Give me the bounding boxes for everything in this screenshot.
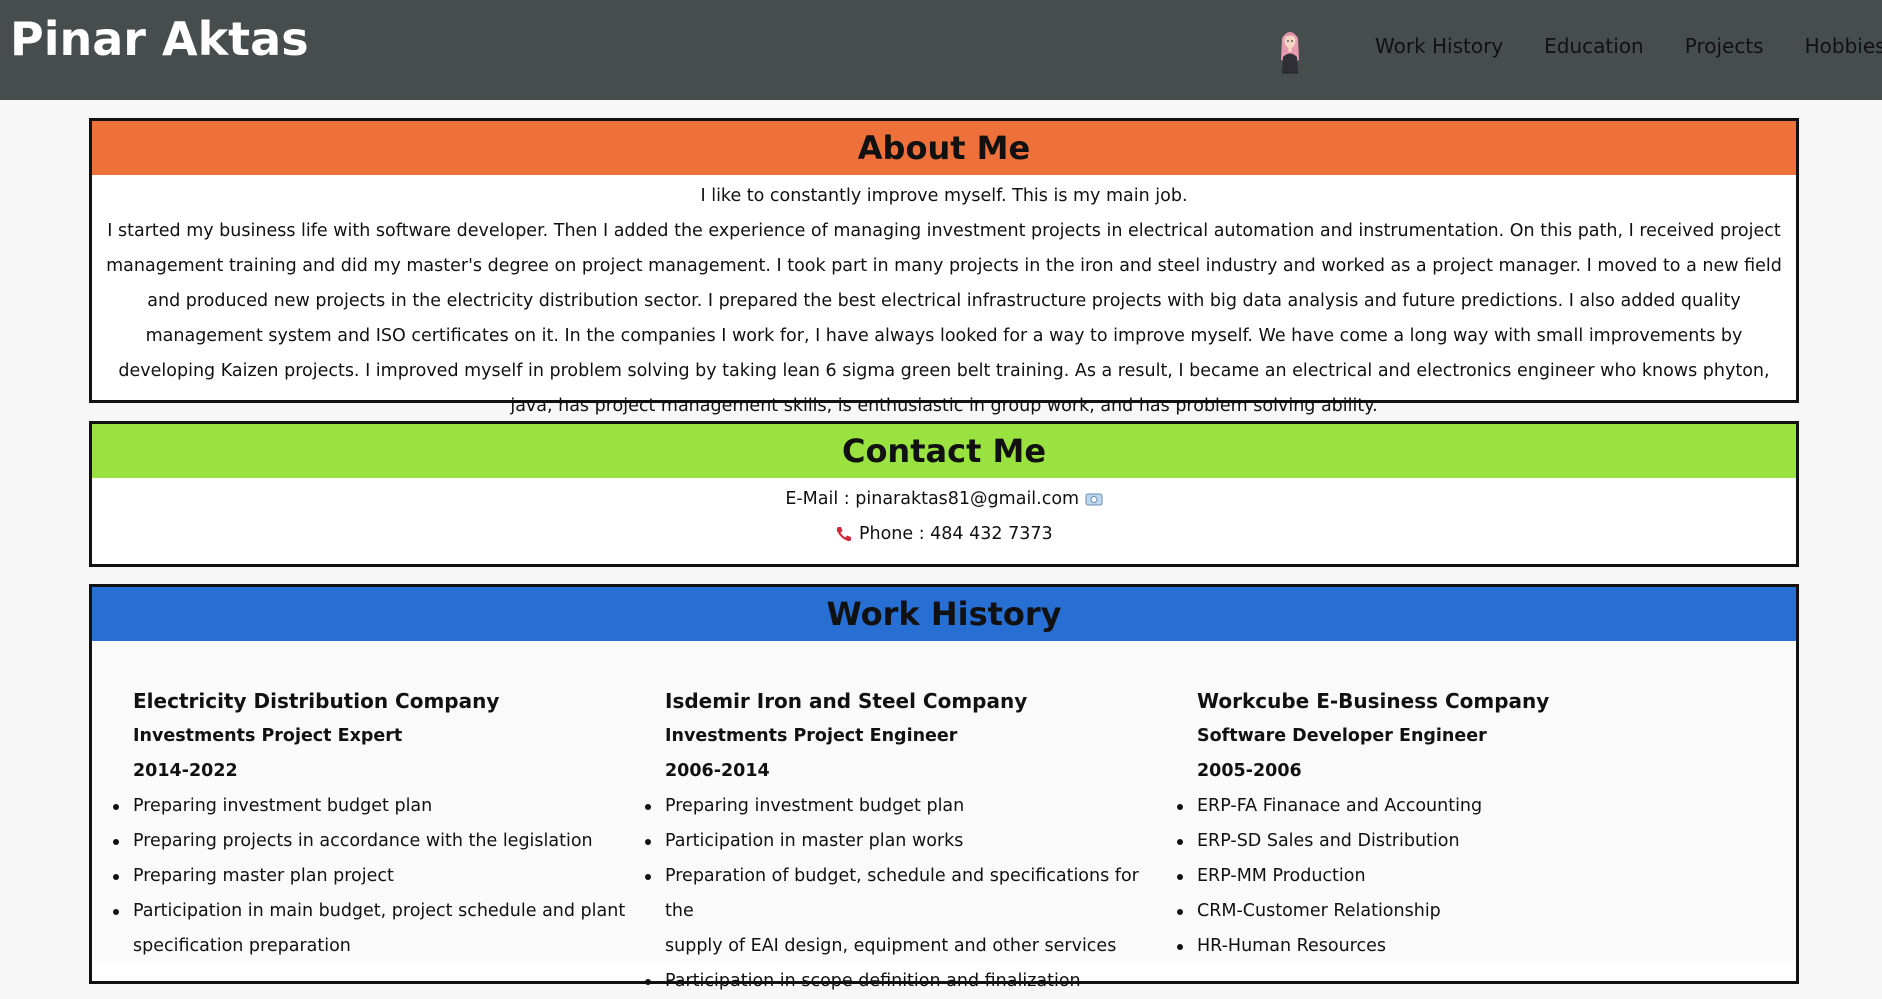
job-task: ERP-FA Finanace and Accounting xyxy=(1177,789,1697,824)
job-task: Participation in scope definition and fi… xyxy=(645,964,1165,999)
avatar-icon xyxy=(1281,32,1299,74)
job-task: ERP-MM Production xyxy=(1177,859,1697,894)
phone-text[interactable]: Phone : 484 432 7373 xyxy=(859,524,1053,544)
job-task: ERP-SD Sales and Distribution xyxy=(1177,824,1697,859)
job-title: Investments Project Engineer xyxy=(665,726,958,746)
nav-education[interactable]: Education xyxy=(1544,30,1644,62)
nav-work-history[interactable]: Work History xyxy=(1375,30,1503,62)
job-title: Investments Project Expert xyxy=(133,726,403,746)
work-heading: Work History xyxy=(92,587,1796,641)
contact-heading: Contact Me xyxy=(92,424,1796,478)
email-line: E-Mail : pinaraktas81@gmail.com xyxy=(92,482,1796,517)
about-heading: About Me xyxy=(92,121,1796,175)
job-task: CRM-Customer Relationship xyxy=(1177,894,1697,929)
job-task-list: Preparing investment budget plan Prepari… xyxy=(113,789,633,964)
job-card: Isdemir Iron and Steel Company Investmen… xyxy=(645,683,1165,999)
job-task-continued: specification preparation xyxy=(133,936,351,956)
job-task-list: ERP-FA Finanace and Accounting ERP-SD Sa… xyxy=(1177,789,1697,964)
job-task: Preparing master plan project xyxy=(113,859,633,894)
about-section: About Me I like to constantly improve my… xyxy=(89,118,1799,416)
job-company: Isdemir Iron and Steel Company xyxy=(665,689,1028,713)
contact-section: Contact Me E-Mail : pinaraktas81@gmail.c… xyxy=(89,421,1799,567)
job-task: Participation in main budget, project sc… xyxy=(113,894,633,929)
phone-icon xyxy=(837,527,852,542)
phone-line: Phone : 484 432 7373 xyxy=(92,517,1796,552)
work-history-section: Work History Electricity Distribution Co… xyxy=(89,584,1799,991)
job-task: Participation in master plan works xyxy=(645,824,1165,859)
about-text: I started my business life with software… xyxy=(106,214,1782,424)
job-task: Preparing projects in accordance with th… xyxy=(113,824,633,859)
job-task-list: Preparing investment budget plan Partici… xyxy=(645,789,1165,999)
contact-body: E-Mail : pinaraktas81@gmail.com Phone : … xyxy=(92,478,1796,552)
email-text[interactable]: E-Mail : pinaraktas81@gmail.com xyxy=(785,489,1079,509)
job-company: Workcube E-Business Company xyxy=(1197,689,1550,713)
site-title: Pinar Aktas xyxy=(10,12,309,66)
job-company: Electricity Distribution Company xyxy=(133,689,500,713)
main-nav: Work History Education Projects Hobbies xyxy=(1375,30,1882,62)
job-task-continued: supply of EAI design, equipment and othe… xyxy=(665,936,1117,956)
job-years: 2005-2006 xyxy=(1197,761,1302,781)
job-task: HR-Human Resources xyxy=(1177,929,1697,964)
job-task: Preparing investment budget plan xyxy=(113,789,633,824)
job-years: 2014-2022 xyxy=(133,761,238,781)
job-task: Preparing investment budget plan xyxy=(645,789,1165,824)
header-bar: Pinar Aktas Work History Education Proje… xyxy=(0,0,1882,100)
job-card: Electricity Distribution Company Investm… xyxy=(113,683,633,964)
nav-hobbies[interactable]: Hobbies xyxy=(1805,30,1882,62)
about-body: I like to constantly improve myself. Thi… xyxy=(92,175,1796,424)
job-task: Preparation of budget, schedule and spec… xyxy=(645,859,1165,929)
job-title: Software Developer Engineer xyxy=(1197,726,1487,746)
work-columns: Electricity Distribution Company Investm… xyxy=(92,641,1796,991)
mailbox-icon xyxy=(1085,493,1103,506)
about-lead: I like to constantly improve myself. Thi… xyxy=(700,186,1188,206)
nav-projects[interactable]: Projects xyxy=(1685,30,1764,62)
job-card: Workcube E-Business Company Software Dev… xyxy=(1177,683,1697,964)
job-years: 2006-2014 xyxy=(665,761,770,781)
